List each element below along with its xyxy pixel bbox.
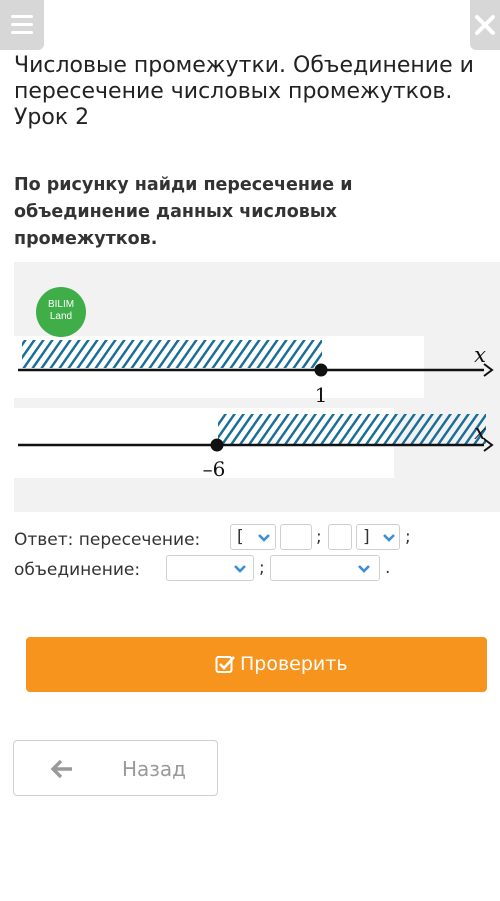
back-button-label: Назад bbox=[122, 757, 187, 781]
close-button[interactable] bbox=[470, 0, 500, 50]
union-first-select[interactable] bbox=[166, 555, 254, 581]
point-1 bbox=[314, 363, 328, 377]
chevron-down-icon bbox=[358, 565, 370, 573]
intersection-start-input[interactable] bbox=[280, 524, 312, 550]
separator-1: ; bbox=[316, 527, 322, 547]
chevron-down-icon bbox=[383, 534, 395, 542]
check-square-icon bbox=[215, 656, 235, 673]
intersection-right-bracket-select[interactable]: ] bbox=[356, 524, 400, 550]
point-2 bbox=[210, 438, 224, 452]
end-period: . bbox=[385, 558, 391, 578]
intersection-end-input[interactable] bbox=[328, 524, 352, 550]
page-title: Числовые промежутки. Объединение и перес… bbox=[14, 53, 474, 130]
hatch-region-1 bbox=[22, 340, 322, 368]
back-button[interactable]: Назад bbox=[13, 740, 218, 796]
bilimland-logo: BILIM Land bbox=[36, 287, 86, 337]
hatch-region-2 bbox=[218, 414, 486, 444]
logo-line1: BILIM bbox=[48, 299, 74, 310]
close-icon bbox=[475, 15, 495, 35]
intersection-label: Ответ: пересечение: bbox=[14, 530, 201, 550]
chevron-down-icon bbox=[234, 565, 246, 573]
left-bracket-value: [ bbox=[237, 527, 244, 547]
chevron-down-icon bbox=[258, 534, 270, 542]
separator-3: ; bbox=[259, 558, 265, 578]
arrow-left-icon bbox=[50, 759, 72, 779]
point-label-1: 1 bbox=[315, 383, 328, 407]
axis-label-1: x bbox=[474, 343, 486, 367]
check-button-label: Проверить bbox=[240, 653, 348, 675]
right-bracket-value: ] bbox=[363, 527, 370, 547]
menu-button[interactable] bbox=[0, 0, 44, 50]
number-line-figure: BILIM Land 1 x –6 x bbox=[14, 262, 500, 512]
check-button[interactable]: Проверить bbox=[26, 637, 487, 692]
logo-line2: Land bbox=[50, 311, 72, 322]
point-label-2: –6 bbox=[203, 457, 226, 481]
intersection-left-bracket-select[interactable]: [ bbox=[230, 524, 276, 550]
axis-label-2: x bbox=[474, 420, 486, 444]
separator-2: ; bbox=[405, 527, 411, 547]
union-label: объединение: bbox=[14, 560, 141, 580]
task-text: По рисунку найди пересечение и объединен… bbox=[14, 175, 353, 249]
union-second-select[interactable] bbox=[270, 555, 380, 581]
